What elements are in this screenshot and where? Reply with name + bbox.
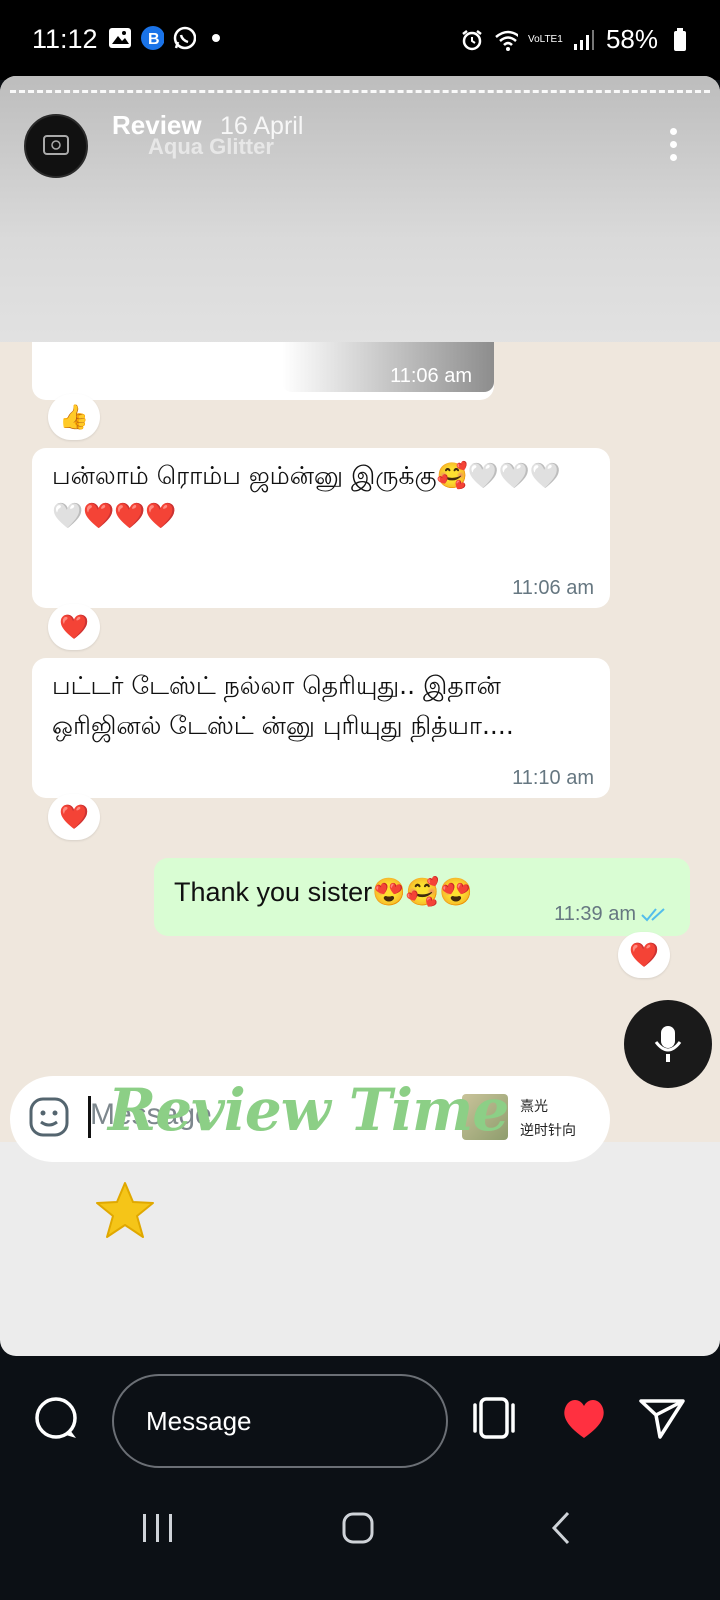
microphone-icon — [654, 1026, 682, 1062]
battery-icon — [668, 27, 692, 52]
reply-placeholder: Message — [146, 1406, 252, 1436]
signal-icon — [572, 28, 596, 52]
message-bubble-outgoing: Thank you sister😍🥰😍 11:39 am — [154, 858, 690, 936]
home-icon[interactable] — [340, 1510, 376, 1546]
message-time: 11:10 am — [512, 767, 594, 789]
reaction-badge[interactable]: ❤️ — [48, 794, 100, 840]
remix-icon[interactable] — [468, 1392, 520, 1444]
message-text: பன்லாம் ரொம்ப ஜம்ன்னு இருக்கு🥰🤍🤍🤍🤍❤️❤️❤️ — [52, 461, 562, 530]
sticker-icon[interactable] — [28, 1096, 70, 1138]
overlay-caption: Aqua Glitter — [148, 134, 274, 159]
svg-text:B: B — [148, 31, 160, 48]
reaction-badge[interactable]: 👍 — [48, 394, 100, 440]
recents-icon[interactable] — [140, 1510, 176, 1546]
send-icon[interactable] — [636, 1392, 688, 1444]
story-card[interactable]: Review 16 April Aqua Glitter 11:06 am 👍 … — [0, 76, 720, 1356]
reaction-badge[interactable]: ❤️ — [618, 932, 670, 978]
more-options-icon[interactable] — [670, 128, 680, 162]
message-text: Thank you sister😍🥰😍 — [174, 877, 473, 907]
story-progress-bar — [10, 90, 710, 94]
read-ticks-icon — [641, 908, 665, 922]
music-artist: 逆时针向 — [520, 1122, 576, 1138]
message-text: பட்டர் டேஸ்ட் நல்லா தெரியுது.. இதான் ஒரி… — [52, 671, 514, 740]
message-bubble: பன்லாம் ரொம்ப ஜம்ன்னு இருக்கு🥰🤍🤍🤍🤍❤️❤️❤️… — [32, 448, 610, 608]
reaction-badge[interactable]: ❤️ — [48, 604, 100, 650]
back-icon[interactable] — [548, 1510, 576, 1546]
account-avatar[interactable] — [24, 114, 88, 178]
music-title: 熹光 — [520, 1098, 548, 1114]
network-label: VoLTE1 — [527, 34, 563, 45]
whatsapp-icon — [172, 26, 196, 50]
message-bubble: பட்டர் டேஸ்ட் நல்லா தெரியுது.. இதான் ஒரி… — [32, 658, 610, 798]
story-reply-bar: Message — [0, 1360, 720, 1470]
review-time-sticker: Review Time — [108, 1076, 509, 1144]
notification-icons: B — [108, 26, 228, 50]
alarm-icon — [460, 28, 484, 52]
system-nav-bar — [0, 1500, 720, 1600]
message-bubble: 11:06 am — [32, 342, 494, 400]
status-time: 11:12 — [32, 24, 98, 54]
status-bar: 11:12 B VoLTE1 58% — [0, 0, 720, 80]
like-heart-icon[interactable] — [558, 1392, 610, 1444]
reply-message-input[interactable]: Message — [112, 1374, 448, 1468]
chat-screenshot: 11:06 am 👍 பன்லாம் ரொம்ப ஜம்ன்னு இருக்கு… — [0, 342, 720, 1142]
comment-icon[interactable] — [30, 1392, 82, 1444]
system-status: VoLTE1 58% — [460, 24, 692, 55]
gallery-icon — [108, 26, 132, 50]
message-time: 11:06 am — [512, 577, 594, 599]
wifi-icon — [494, 28, 518, 52]
story-header-area — [0, 76, 720, 350]
dot-icon — [204, 26, 228, 50]
message-time: 11:39 am — [554, 903, 636, 925]
message-time: 11:06 am — [390, 365, 472, 387]
b-app-icon: B — [140, 26, 164, 50]
feedback-logo-icon — [43, 135, 69, 155]
star-sticker-icon — [96, 1182, 154, 1238]
mic-button[interactable] — [624, 1000, 712, 1088]
battery-percent: 58% — [605, 24, 658, 54]
